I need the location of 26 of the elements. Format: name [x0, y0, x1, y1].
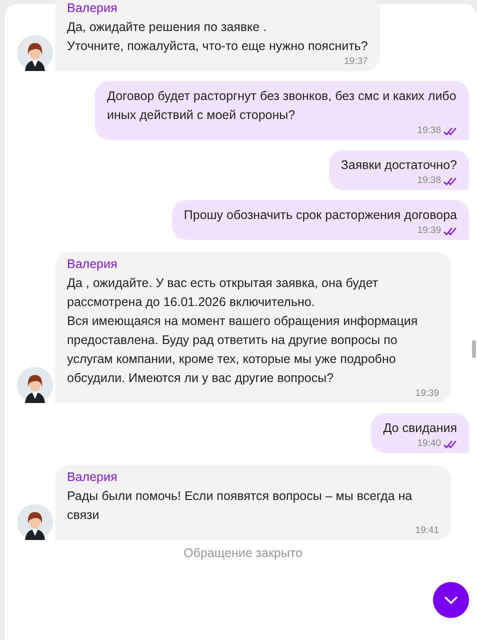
- sender-name: Валерия: [67, 256, 118, 273]
- chevron-down-icon: [444, 596, 458, 604]
- message-time: 19:39: [415, 388, 439, 400]
- message-time: 19:40: [417, 438, 441, 450]
- message-time: 19:38: [417, 175, 441, 187]
- avatar-icon: [17, 35, 53, 71]
- message-text: Прошу обозначить срок расторжения договора: [184, 207, 457, 224]
- message-text: Уточните, пожалуйста, что-то еще нужно пояснить?: [67, 38, 368, 55]
- scrollbar-thumb[interactable]: [472, 340, 476, 358]
- message-text: Рады были помочь! Если появятся вопросы – мы всегда на связи: [67, 488, 414, 524]
- message-text: Вся имеющаяся на момент вашего обращения информация предоставлена. Буду рад ответить на другие вопросы по услугам компании, кроме тех, которые мы уже подробно обсудили. Имеются ли у вас другие вопросы?: [67, 313, 419, 387]
- message-time: 19:38: [417, 125, 441, 137]
- scroll-down-button[interactable]: [433, 582, 469, 618]
- avatar-icon: [17, 367, 53, 403]
- message-text: Договор будет расторгнут без звонков, без смс и каких либо иных действий с моей стороны?: [107, 88, 457, 124]
- avatar-icon: [17, 504, 53, 540]
- message-text: Заявки достаточно?: [340, 157, 457, 174]
- message-text: До свидания: [383, 420, 457, 437]
- message-text: Да , ожидайте. У вас есть открытая заявка, она будет рассмотрена до 16.01.2026 включительно.: [67, 275, 380, 311]
- message-time: 19:39: [417, 225, 441, 237]
- chat-status: Обращение закрыто: [184, 546, 302, 561]
- message-time: 19:37: [344, 56, 368, 68]
- message-time: 19:41: [415, 525, 439, 537]
- sender-name: Валерия: [67, 0, 118, 17]
- sender-name: Валерия: [67, 469, 118, 486]
- message-text: Да, ожидайте решения по заявке .: [67, 19, 268, 36]
